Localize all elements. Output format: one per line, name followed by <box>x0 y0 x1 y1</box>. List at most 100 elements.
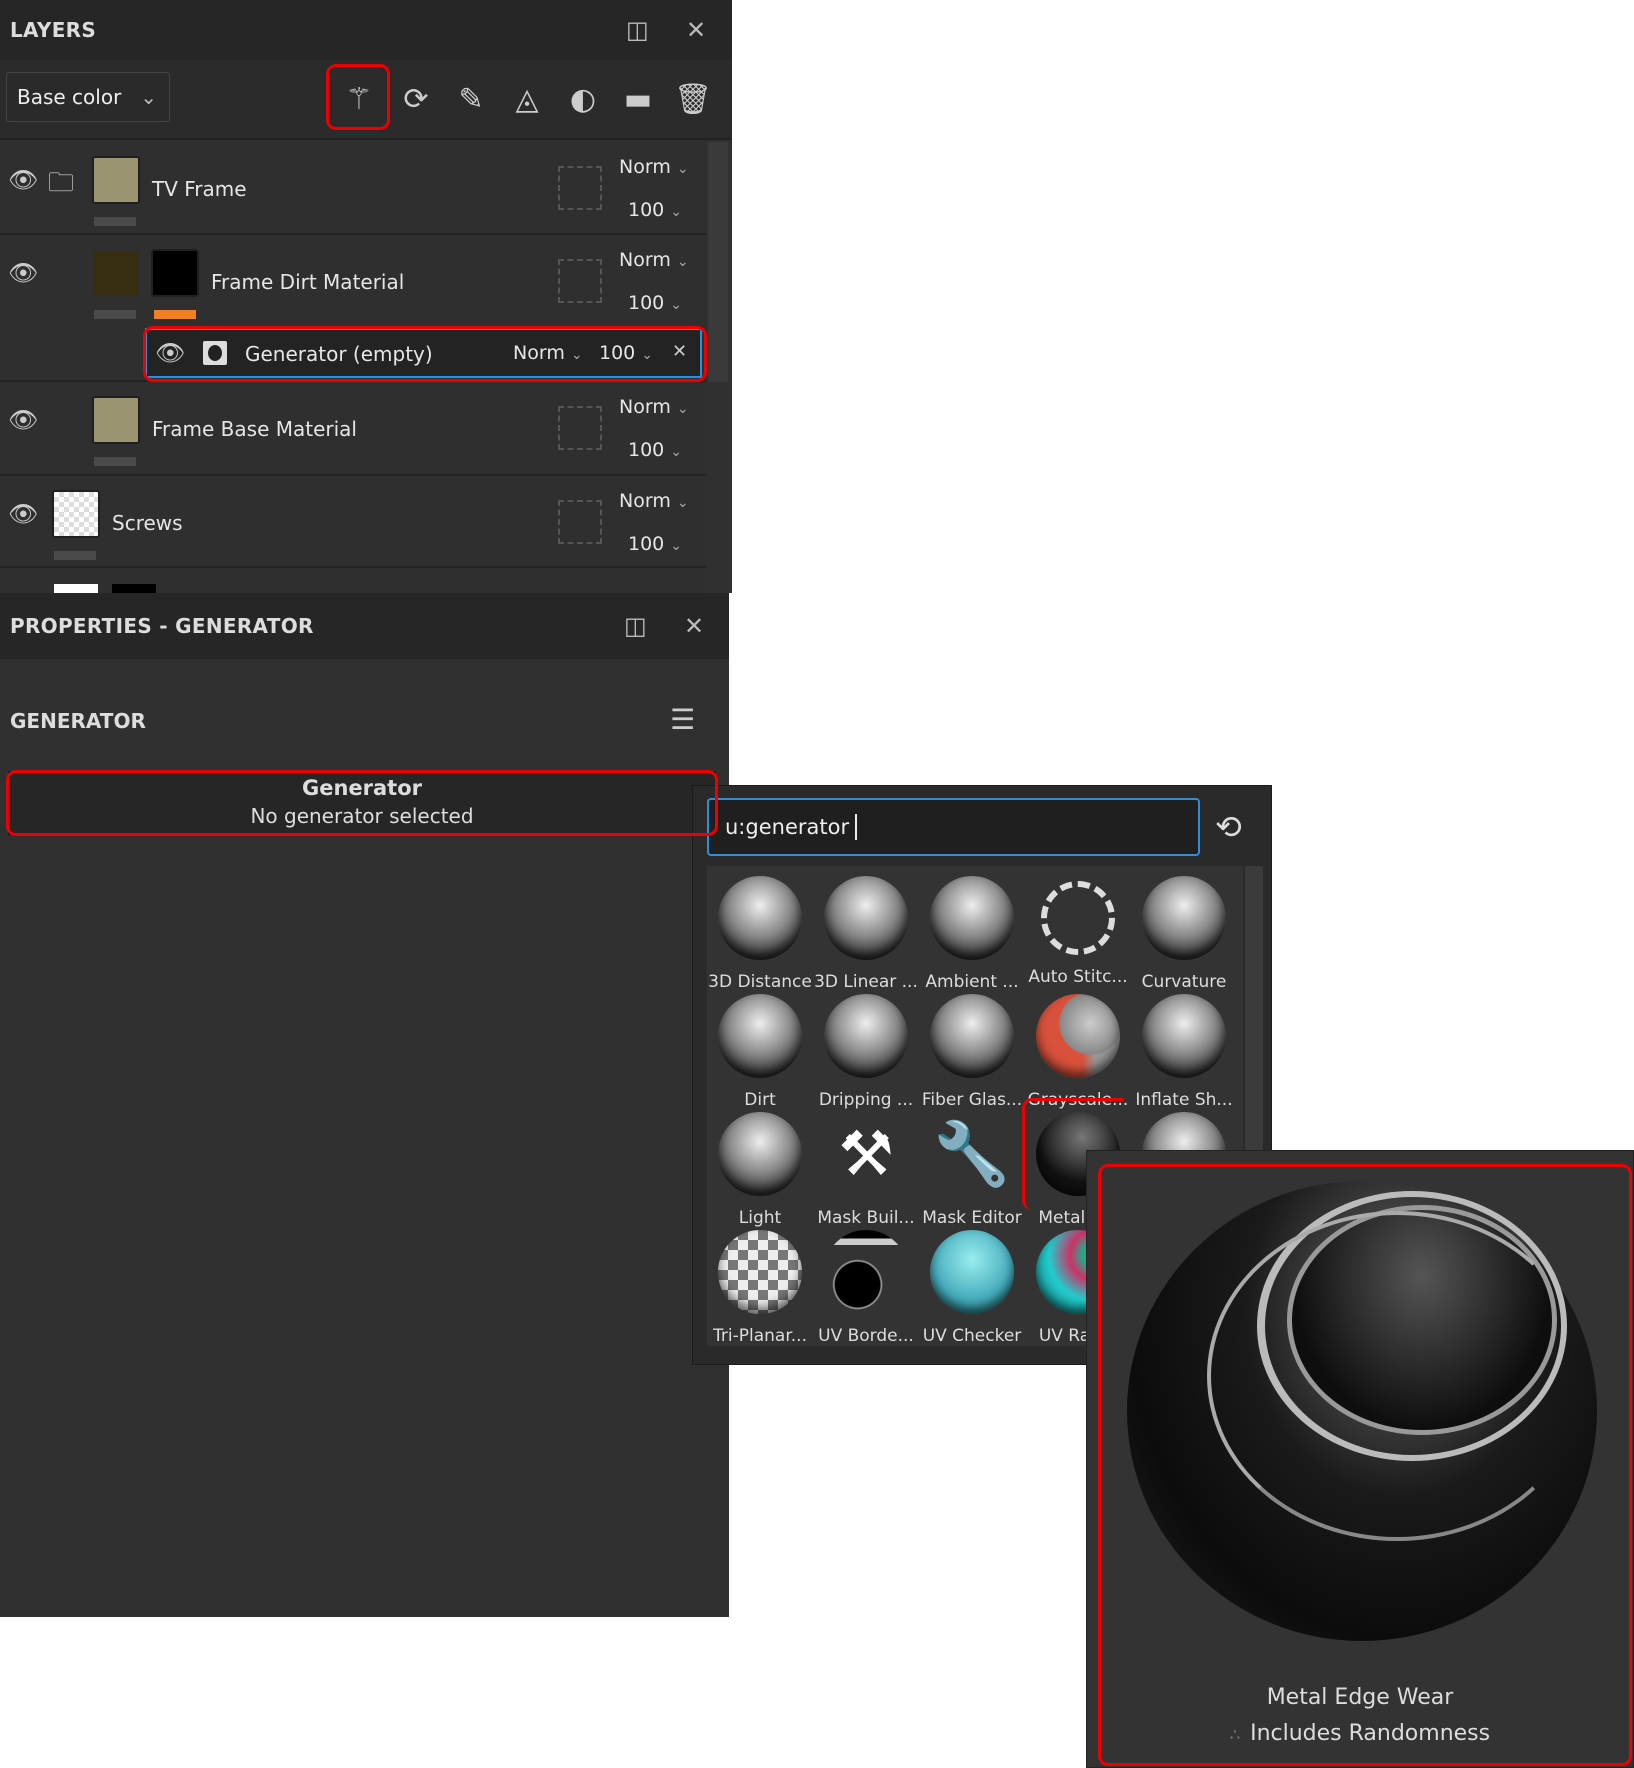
opacity-select[interactable]: 100 ⌄ <box>599 342 653 364</box>
generator-item[interactable]: 🔧 Mask Editor <box>919 1106 1025 1228</box>
generator-item[interactable]: 3D Distance <box>707 870 813 992</box>
layers-scrollbar[interactable] <box>708 142 728 382</box>
reset-icon[interactable]: ⟲ <box>1215 808 1242 846</box>
generator-preview-tooltip: Metal Edge Wear ∴ Includes Randomness <box>1086 1150 1634 1768</box>
opacity-select[interactable]: 100 ⌄ <box>628 533 682 555</box>
close-icon[interactable]: ✕ <box>684 612 704 640</box>
eye-icon[interactable]: 👁 <box>155 339 185 367</box>
opacity-select[interactable]: 100 ⌄ <box>628 199 682 221</box>
layer-row[interactable]: 👁 Frame Base Material Norm ⌄ 100 ⌄ <box>0 382 706 476</box>
add-smart-mask-button[interactable]: ◐ <box>560 74 606 124</box>
add-folder-button[interactable]: ▬ <box>615 74 661 124</box>
generator-item[interactable]: Light <box>707 1106 813 1228</box>
mask-slot[interactable] <box>558 406 602 450</box>
remove-icon[interactable]: ✕ <box>672 341 687 362</box>
generator-thumbnail <box>930 994 1014 1078</box>
properties-panel: PROPERTIES - GENERATOR ◫ ✕ GENERATOR ☰ G… <box>0 593 729 1617</box>
search-input[interactable]: u:generator <box>707 798 1200 856</box>
layer-thumbnail <box>151 249 199 297</box>
generator-item-label: Auto Stitc... <box>1028 967 1128 987</box>
generator-thumbnail: 🔧 <box>933 1117 1011 1190</box>
generator-thumbnail <box>1041 881 1115 955</box>
generator-thumbnail <box>824 1230 908 1314</box>
mask-slot[interactable] <box>558 500 602 544</box>
section-menu-icon[interactable]: ☰ <box>670 703 695 736</box>
channel-select[interactable]: Base color ⌄ <box>6 72 170 122</box>
layer-row[interactable]: 👁 Screws Norm ⌄ 100 ⌄ <box>0 476 706 568</box>
generator-thumbnail <box>1036 994 1120 1078</box>
dock-icon[interactable]: ◫ <box>626 16 649 44</box>
generator-sub-row[interactable]: 👁 Generator (empty) Norm ⌄ 100 ⌄ ✕ <box>145 328 702 378</box>
layer-row[interactable]: 👁 🗀 TV Frame Norm ⌄ 100 ⌄ <box>0 142 706 235</box>
layers-panel: LAYERS ◫ ✕ Base color ⌄ ⚚ ⟳ ✎ ◬ ◐ ▬ 🗑 👁 🗀… <box>0 0 732 593</box>
generator-thumbnail <box>718 1230 802 1314</box>
generator-item[interactable]: Tri-Planar... <box>707 1224 813 1346</box>
generator-thumbnail <box>930 876 1014 960</box>
generator-item-label: UV Borde... <box>818 1326 914 1346</box>
generator-item[interactable]: Auto Stitc... <box>1025 870 1131 988</box>
generator-thumbnail <box>1142 994 1226 1078</box>
blend-mode-select[interactable]: Norm ⌄ <box>619 249 689 271</box>
eye-icon[interactable]: 👁 <box>8 406 38 434</box>
layer-row-partial <box>0 570 706 593</box>
layer-bar <box>94 217 136 226</box>
layer-name: Frame Dirt Material <box>211 270 405 294</box>
generator-item-label: UV Checker <box>922 1326 1022 1346</box>
add-generator-button[interactable]: ⚚ <box>336 74 382 124</box>
generator-item[interactable]: Grayscale... <box>1025 988 1131 1110</box>
eye-icon[interactable]: 👁 <box>8 259 38 287</box>
close-icon[interactable]: ✕ <box>686 16 706 44</box>
generator-item[interactable]: UV Checker <box>919 1224 1025 1346</box>
properties-header: PROPERTIES - GENERATOR ◫ ✕ <box>0 593 729 659</box>
generator-thumbnail <box>824 994 908 1078</box>
fill-thumbnail <box>92 249 140 297</box>
generator-box-title: Generator <box>301 776 423 800</box>
picker-scrollbar[interactable] <box>1245 866 1263 1166</box>
generator-item-label: Tri-Planar... <box>713 1326 807 1346</box>
generator-thumbnail <box>718 994 802 1078</box>
layer-row[interactable]: 👁 Frame Dirt Material Norm ⌄ 100 ⌄ 👁 Gener… <box>0 235 706 382</box>
add-paint-layer-button[interactable]: ✎ <box>448 74 494 124</box>
generator-item[interactable]: Dirt <box>707 988 813 1110</box>
properties-title: PROPERTIES - GENERATOR <box>10 614 314 638</box>
tooltip-note: Includes Randomness <box>1250 1721 1491 1746</box>
opacity-select[interactable]: 100 ⌄ <box>628 292 682 314</box>
dock-icon[interactable]: ◫ <box>624 612 647 640</box>
generator-box-subtitle: No generator selected <box>250 804 474 828</box>
layer-thumbnail <box>52 490 100 538</box>
layer-thumbnail <box>92 396 140 444</box>
chevron-down-icon: ⌄ <box>140 85 157 109</box>
generator-item[interactable]: ⚒ Mask Buil... <box>813 1106 919 1228</box>
opacity-select[interactable]: 100 ⌄ <box>628 439 682 461</box>
mask-slot[interactable] <box>558 259 602 303</box>
eye-icon[interactable]: 👁 <box>8 166 38 194</box>
generator-item[interactable]: Curvature <box>1131 870 1237 992</box>
blend-mode-select[interactable]: Norm ⌄ <box>619 156 689 178</box>
eye-icon[interactable]: 👁 <box>8 500 38 528</box>
generator-item[interactable]: 3D Linear ... <box>813 870 919 992</box>
metal-edge-wear-preview <box>1127 1181 1597 1641</box>
layer-bar <box>94 310 136 319</box>
generator-thumbnail <box>930 1230 1014 1314</box>
layer-name: Screws <box>112 511 183 535</box>
layer-bar <box>54 551 96 560</box>
generator-item[interactable]: UV Borde... <box>813 1224 919 1346</box>
generator-icon <box>203 341 227 365</box>
generator-item[interactable]: Fiber Glas... <box>919 988 1025 1110</box>
blend-mode-select[interactable]: Norm ⌄ <box>619 396 689 418</box>
generator-thumbnail <box>824 876 908 960</box>
blend-mode-select[interactable]: Norm ⌄ <box>513 342 583 364</box>
channel-select-value: Base color <box>17 85 122 109</box>
generator-item[interactable]: Inflate Sh... <box>1131 988 1237 1110</box>
add-mask-button[interactable]: ⟳ <box>393 74 439 124</box>
layer-thumbnail <box>92 156 140 204</box>
mask-slot[interactable] <box>558 166 602 210</box>
layers-toolbar: Base color ⌄ ⚚ ⟳ ✎ ◬ ◐ ▬ 🗑 <box>0 60 732 140</box>
generator-select-box[interactable]: Generator No generator selected <box>8 771 716 835</box>
generator-item[interactable]: Ambient ... <box>919 870 1025 992</box>
generator-item[interactable]: Dripping ... <box>813 988 919 1110</box>
blend-mode-select[interactable]: Norm ⌄ <box>619 490 689 512</box>
delete-layer-button[interactable]: 🗑 <box>670 74 716 124</box>
add-fill-layer-button[interactable]: ◬ <box>504 74 550 124</box>
folder-icon: 🗀 <box>48 168 75 198</box>
